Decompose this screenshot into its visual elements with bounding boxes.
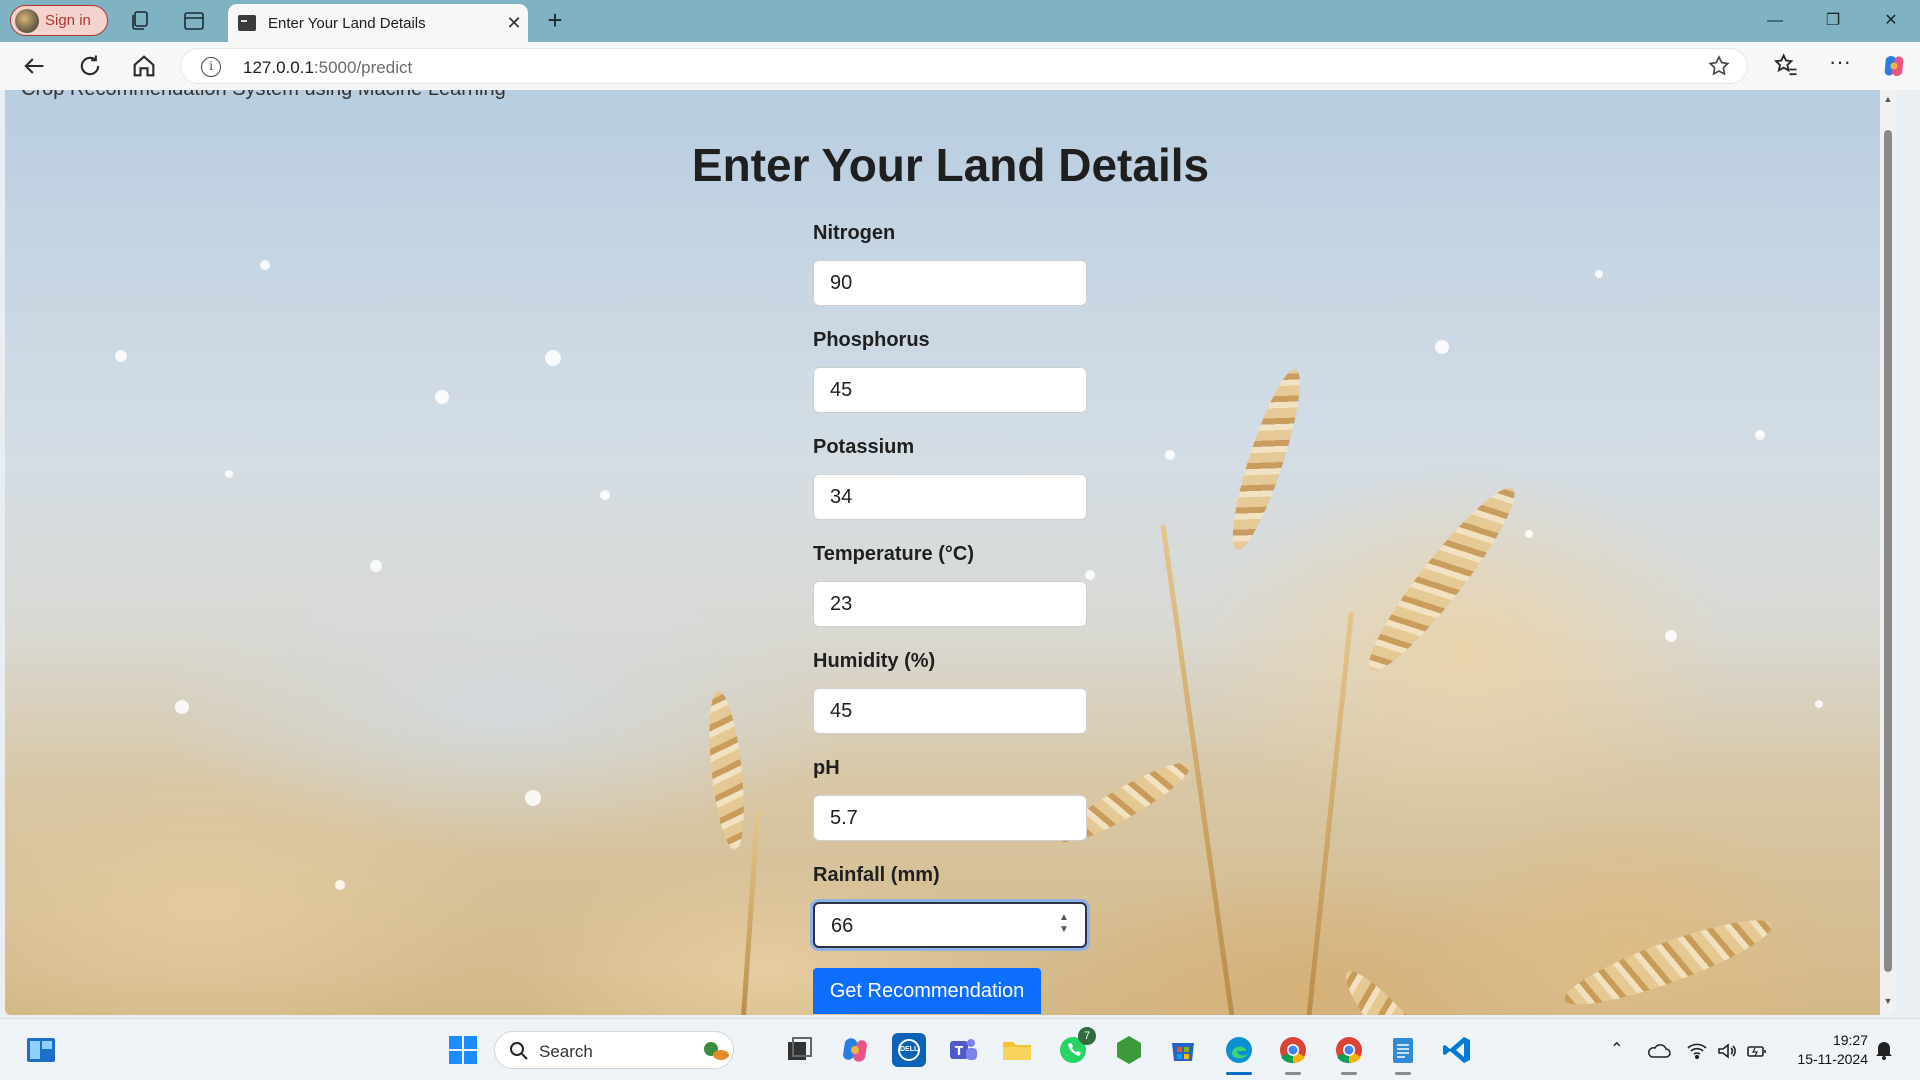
- get-recommendation-button[interactable]: Get Recommendation: [813, 968, 1041, 1014]
- clock-time: 19:27: [1832, 1032, 1868, 1048]
- copilot-icon[interactable]: [1880, 52, 1908, 80]
- favorites-icon[interactable]: [1772, 52, 1800, 80]
- new-tab-button[interactable]: +: [540, 6, 570, 36]
- scroll-up-arrow-icon[interactable]: ▲: [1883, 94, 1893, 104]
- onedrive-icon[interactable]: [1647, 1041, 1671, 1061]
- rainfall-label: Rainfall (mm): [813, 864, 940, 886]
- url-text[interactable]: 127.0.0.1:5000/predict: [243, 58, 412, 78]
- more-options-icon[interactable]: ···: [1826, 51, 1854, 80]
- potassium-label: Potassium: [813, 436, 915, 458]
- sign-in-label: Sign in: [45, 12, 91, 29]
- show-hidden-icons-icon[interactable]: ⌃: [1610, 1039, 1623, 1059]
- green-hexagon-app-icon[interactable]: [1112, 1033, 1146, 1067]
- page-scrollbar[interactable]: ▲ ▼: [1880, 90, 1896, 1015]
- profile-sign-in-button[interactable]: Sign in: [10, 5, 108, 36]
- microsoft-store-icon[interactable]: [1166, 1033, 1200, 1067]
- search-icon: [510, 1042, 528, 1060]
- phosphorus-label: Phosphorus: [813, 329, 930, 351]
- avatar-icon: [15, 8, 39, 33]
- restore-button[interactable]: ❐: [1810, 6, 1856, 36]
- wifi-icon[interactable]: [1686, 1041, 1708, 1061]
- dell-app-icon[interactable]: DELL: [892, 1033, 926, 1067]
- browser-title-bar: Sign in Enter Your Land Details ✕ + — ❐ …: [0, 0, 1920, 42]
- tab-title: Enter Your Land Details: [268, 14, 426, 32]
- start-windows-icon[interactable]: [446, 1033, 480, 1067]
- nitrogen-input[interactable]: 90: [813, 260, 1087, 306]
- tab-enter-land-details[interactable]: Enter Your Land Details ✕: [228, 4, 528, 42]
- chrome-icon[interactable]: [1276, 1033, 1310, 1075]
- potassium-input[interactable]: 34: [813, 474, 1087, 520]
- search-highlight-icon: [704, 1042, 729, 1060]
- favorite-star-icon[interactable]: [1707, 54, 1731, 78]
- refresh-icon[interactable]: [76, 52, 104, 80]
- workspaces-icon[interactable]: [128, 9, 152, 33]
- ph-label: pH: [813, 757, 840, 779]
- edge-taskbar-icon[interactable]: [1222, 1033, 1256, 1075]
- taskbar-search-box[interactable]: Search: [494, 1031, 734, 1069]
- phosphorus-input[interactable]: 45: [813, 367, 1087, 413]
- file-explorer-icon[interactable]: [1000, 1033, 1034, 1067]
- rainfall-input[interactable]: 66 ▲ ▼: [813, 902, 1087, 948]
- teams-icon[interactable]: T: [946, 1033, 980, 1067]
- browser-toolbar: i 127.0.0.1:5000/predict ···: [0, 42, 1920, 90]
- battery-icon[interactable]: [1746, 1041, 1768, 1061]
- search-label: Search: [539, 1042, 593, 1061]
- notepad-icon[interactable]: [1386, 1033, 1420, 1075]
- close-tab-icon[interactable]: ✕: [500, 13, 528, 34]
- site-heading: Crop Recommendation System using Macine …: [21, 90, 506, 101]
- home-icon[interactable]: [130, 52, 158, 80]
- number-spinner-icon[interactable]: ▲ ▼: [1059, 912, 1069, 938]
- temperature-label: Temperature (°C): [813, 543, 974, 565]
- close-window-button[interactable]: ✕: [1868, 6, 1914, 36]
- notification-bell-icon[interactable]: [1874, 1039, 1894, 1061]
- temperature-input[interactable]: 23: [813, 581, 1087, 627]
- back-icon[interactable]: [20, 52, 48, 80]
- task-view-icon[interactable]: [782, 1033, 816, 1067]
- rainfall-value: 66: [831, 915, 854, 937]
- scrollbar-thumb[interactable]: [1884, 130, 1892, 972]
- svg-text:T: T: [955, 1044, 964, 1058]
- clock-date: 15-11-2024: [1797, 1051, 1868, 1067]
- widgets-icon[interactable]: [24, 1033, 58, 1067]
- tab-actions-icon[interactable]: [182, 9, 206, 33]
- copilot-taskbar-icon[interactable]: [838, 1033, 872, 1067]
- page-title: Enter Your Land Details: [691, 139, 1210, 191]
- tab-favicon-icon: [238, 15, 256, 31]
- whatsapp-badge: 7: [1078, 1027, 1096, 1045]
- humidity-input[interactable]: 45: [813, 688, 1087, 734]
- volume-icon[interactable]: [1716, 1041, 1738, 1061]
- minimize-button[interactable]: —: [1752, 6, 1798, 36]
- page-viewport: Crop Recommendation System using Macine …: [5, 90, 1896, 1015]
- vscode-icon[interactable]: [1440, 1033, 1474, 1067]
- taskbar: Search DELL T 7 ⌃ 19:27 15-11-2024: [0, 1018, 1920, 1080]
- humidity-label: Humidity (%): [813, 650, 936, 672]
- nitrogen-label: Nitrogen: [813, 222, 896, 244]
- scroll-down-arrow-icon[interactable]: ▼: [1883, 996, 1893, 1006]
- chrome-profile-icon[interactable]: [1332, 1033, 1366, 1075]
- address-bar[interactable]: i 127.0.0.1:5000/predict: [180, 48, 1748, 84]
- taskbar-clock[interactable]: 19:27 15-11-2024: [1797, 1031, 1868, 1069]
- site-info-icon[interactable]: i: [201, 57, 221, 77]
- whatsapp-icon[interactable]: 7: [1056, 1027, 1096, 1067]
- ph-input[interactable]: 5.7: [813, 795, 1087, 841]
